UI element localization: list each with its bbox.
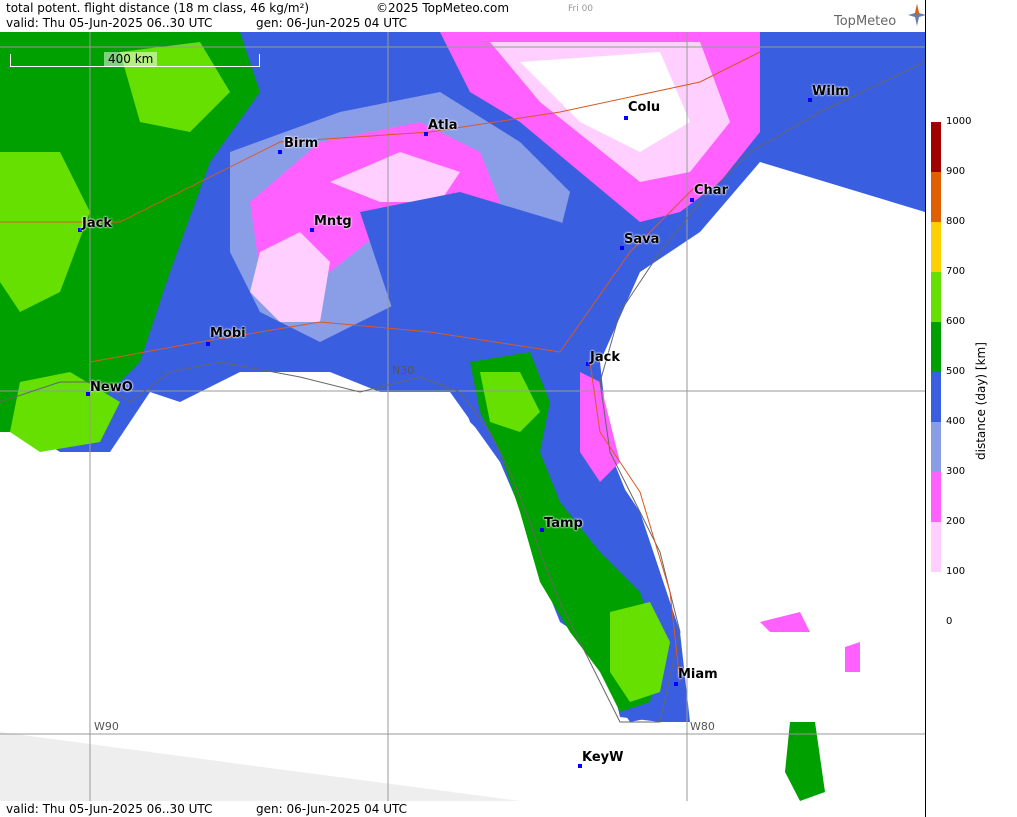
city-label: KeyW [582,750,624,765]
city-marker [206,342,210,346]
footer-generated-time: gen: 06-Jun-2025 04 UTC [256,802,408,816]
grid-label-n30: N30 [392,364,415,377]
grid-label-w90: W90 [94,720,119,733]
legend-band-500-600 [931,322,941,372]
map-canvas [0,32,925,801]
legend-band-800-900 [931,172,941,222]
city-label: NewO [90,380,133,395]
legend-band-900-1000 [931,122,941,172]
legend-tick: 800 [946,216,966,227]
map-footer: valid: Thu 05-Jun-2025 06..30 UTC gen: 0… [0,801,925,817]
copyright: ©2025 TopMeteo.com [376,1,510,15]
forecast-map[interactable]: 400 km W90 W80 N30 NewO Jack Birm Atla M… [0,32,925,801]
legend-band-100-200 [931,522,941,572]
legend-tick: 400 [946,416,966,427]
legend-tick: 900 [946,166,966,177]
frame-label: Fri 00 [568,4,594,14]
scale-label: 400 km [104,52,158,66]
color-legend: TopMeteo 1000 900 800 700 600 500 400 30… [834,0,1017,817]
grid-label-w80: W80 [690,720,715,733]
city-label: Mobi [210,326,246,341]
generated-time: gen: 06-Jun-2025 04 UTC [256,16,408,30]
city-label: Miam [678,667,718,682]
map-header: total potent. flight distance (18 m clas… [0,0,925,32]
city-marker [624,116,628,120]
topmeteo-logo: TopMeteo [834,14,897,29]
legend-axis-label: distance (day) [km] [974,342,988,460]
city-label: Jack [82,216,112,231]
map-title: total potent. flight distance (18 m clas… [6,1,310,15]
city-label: Jack [590,350,620,365]
legend-tick: 100 [946,566,966,577]
legend-band-600-700 [931,272,941,322]
legend-band-200-300 [931,472,941,522]
legend-tick: 500 [946,366,966,377]
city-label: Tamp [544,516,583,531]
legend-band-700-800 [931,222,941,272]
legend-band-300-400 [931,422,941,472]
city-label: Atla [428,118,458,133]
city-label: Birm [284,136,319,151]
city-marker [278,150,282,154]
legend-tick: 700 [946,266,966,277]
city-label: Mntg [314,214,352,229]
footer-valid-time: valid: Thu 05-Jun-2025 06..30 UTC [6,802,213,816]
city-label: Wilm [812,84,849,99]
legend-band-400-500 [931,372,941,422]
legend-axis: distance (day) [km] [972,320,992,460]
city-label: Sava [624,232,660,247]
valid-time: valid: Thu 05-Jun-2025 06..30 UTC [6,16,213,30]
legend-tick: 1000 [946,116,972,127]
compass-icon [908,4,926,26]
legend-tick: 600 [946,316,966,327]
legend-tick: 300 [946,466,966,477]
legend-tick: 0 [946,616,953,627]
city-label: Char [694,183,728,198]
city-label: Colu [628,100,661,115]
legend-tick: 200 [946,516,966,527]
city-marker [690,198,694,202]
city-marker [674,682,678,686]
